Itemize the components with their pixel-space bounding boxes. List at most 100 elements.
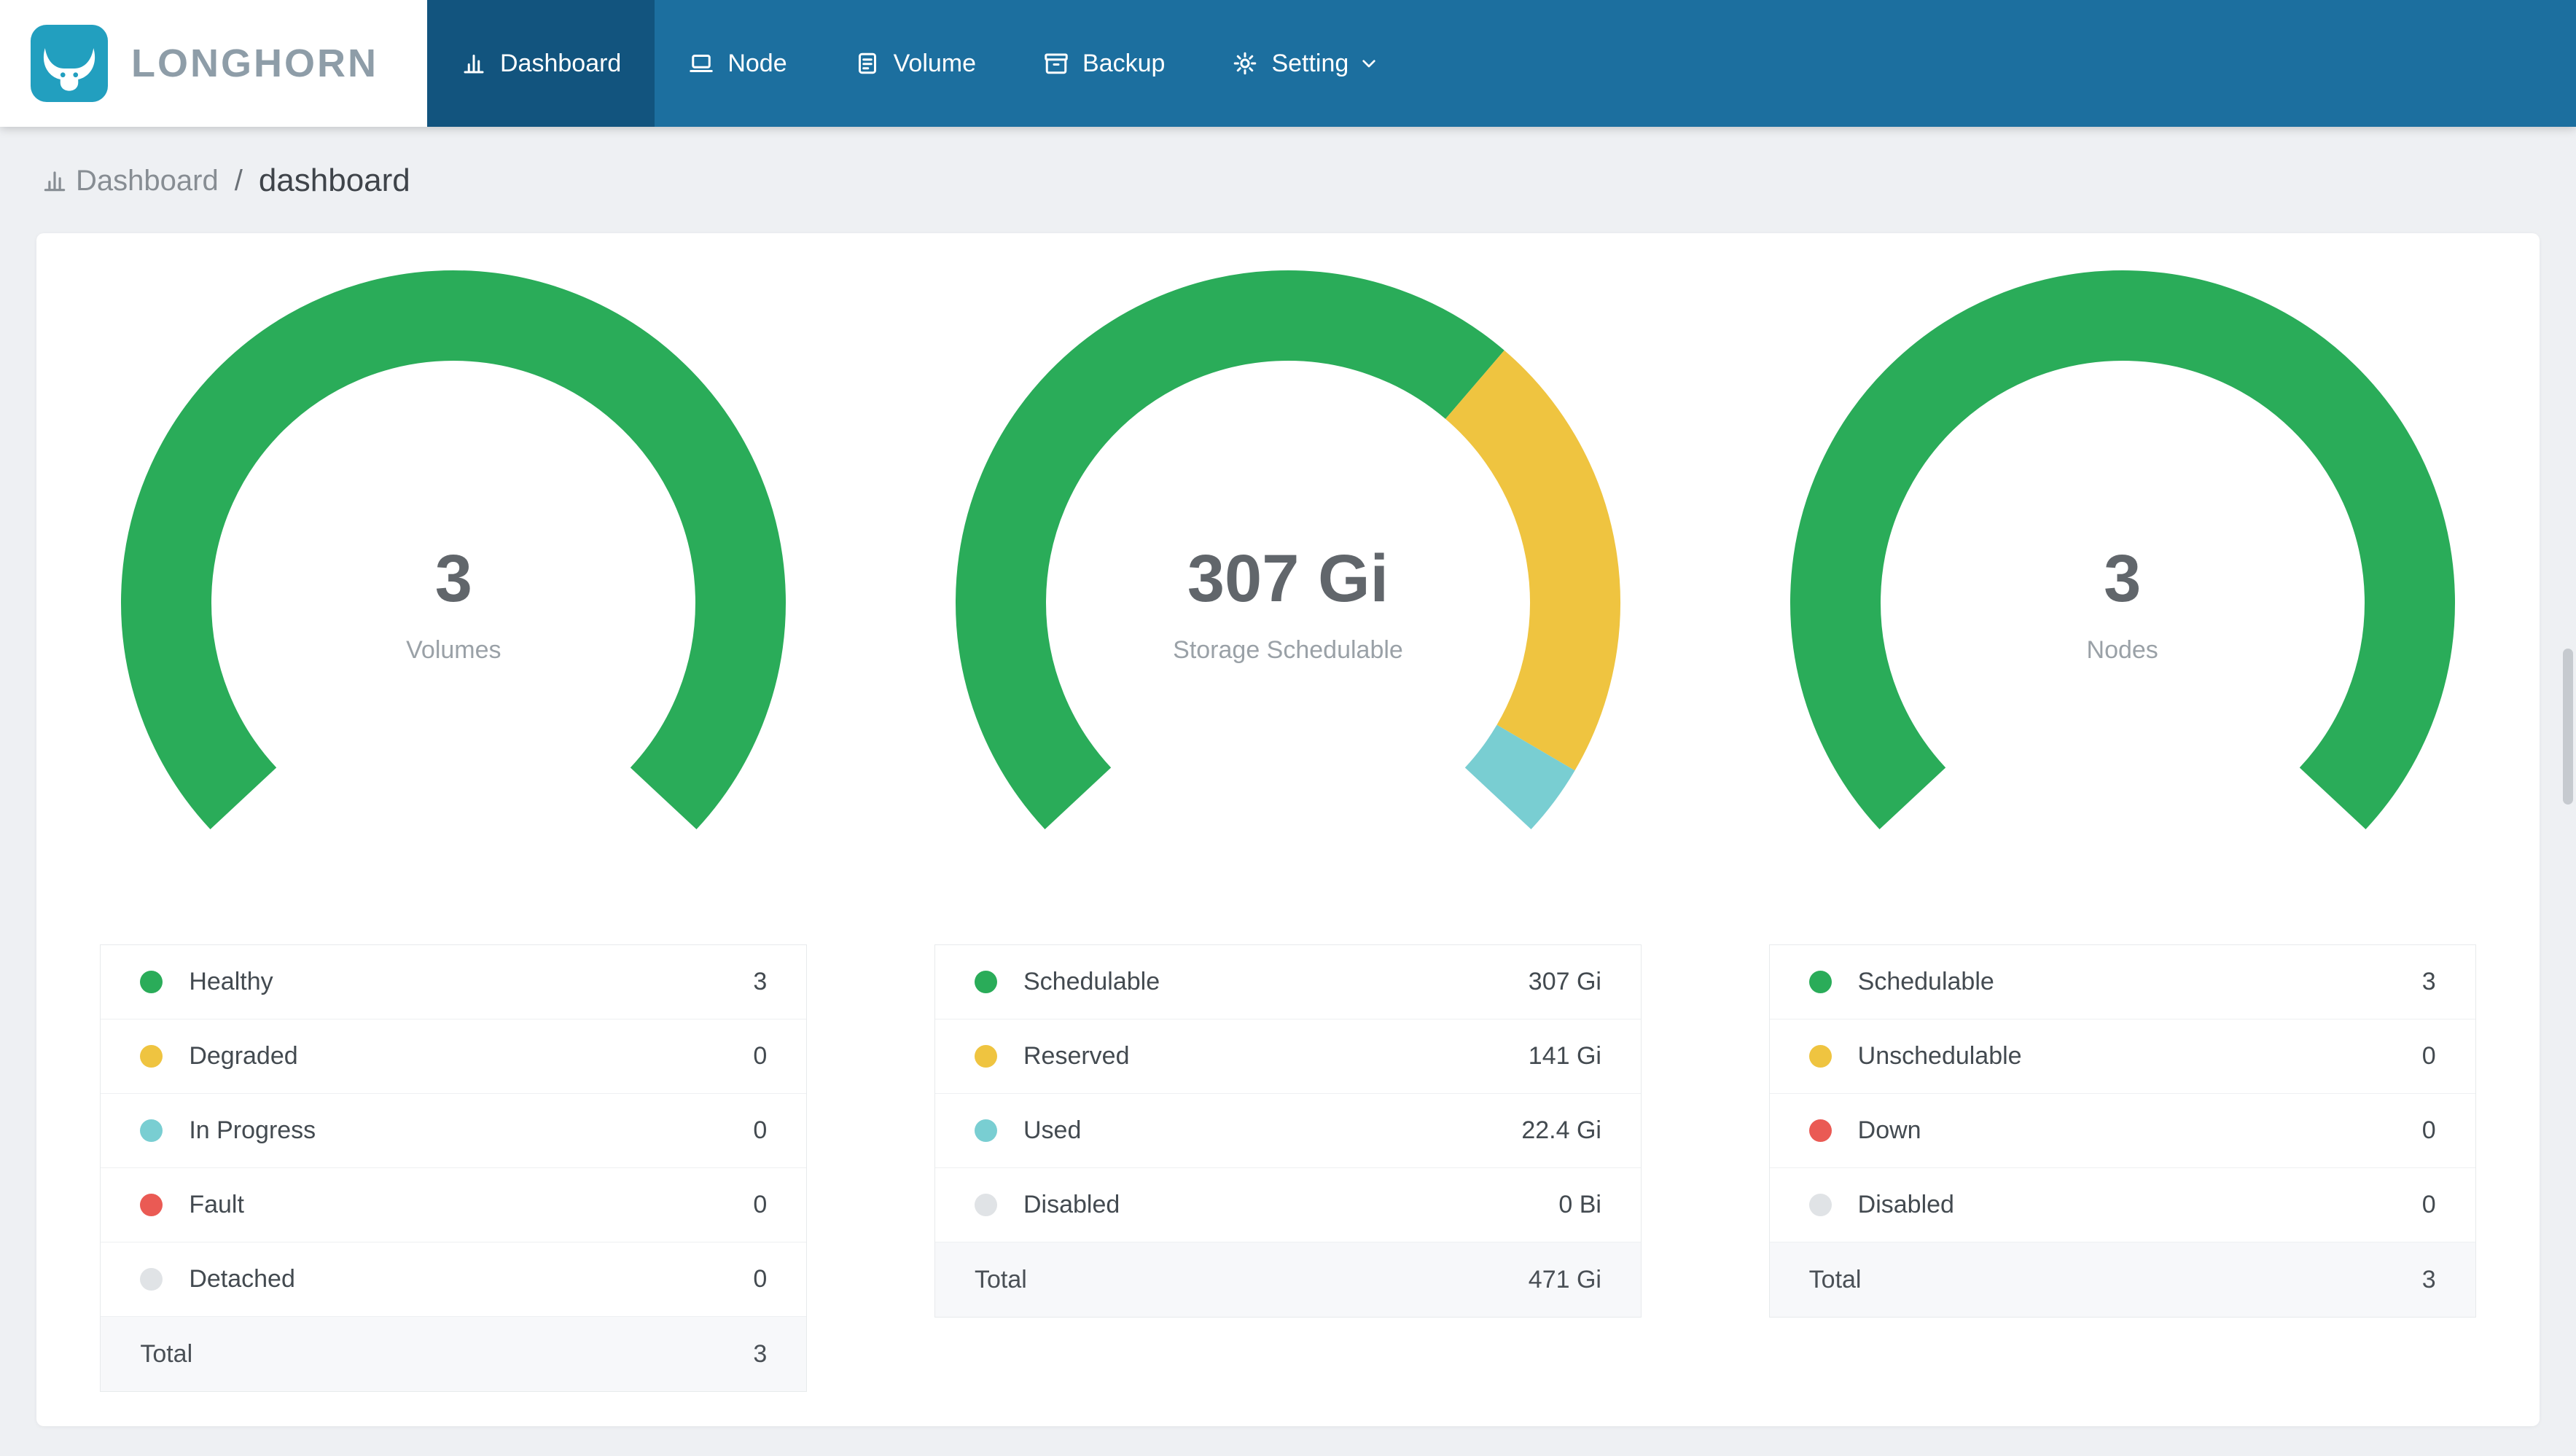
legend-label: Schedulable	[1857, 968, 1994, 995]
legend-row: Fault 0	[101, 1168, 807, 1242]
logo[interactable]: LONGHORN	[0, 0, 427, 127]
legend-label: Degraded	[189, 1042, 298, 1070]
legend-row: In Progress 0	[101, 1094, 807, 1168]
legend-row: Detached 0	[101, 1242, 807, 1317]
legend-row: Reserved 141 Gi	[934, 1019, 1641, 1094]
nav-item-label: Node	[727, 49, 787, 77]
legend-table-storage-schedulable: Schedulable 307 Gi Reserved 141 Gi Used 22.4 …	[934, 944, 1642, 1318]
breadcrumb-separator: /	[234, 164, 243, 197]
legend-row: Disabled 0	[1769, 1168, 2475, 1242]
legend-label: Unschedulable	[1857, 1042, 2022, 1070]
gauge-column-storage-schedulable: 307 Gi Storage Schedulable Schedulable 307 …	[871, 267, 1706, 1392]
scrollbar-thumb[interactable]	[2563, 649, 2573, 805]
nav-item-label: Dashboard	[500, 49, 622, 77]
dashboard-card: 3 Volumes Healthy 3 Degraded 0 In Progress 0 Fau…	[36, 233, 2540, 1426]
legend-value: 22.4 Gi	[1521, 1116, 1601, 1144]
setting-icon	[1232, 50, 1258, 77]
status-dot	[1808, 1194, 1832, 1216]
status-dot	[974, 1119, 997, 1142]
nav-item-label: Backup	[1082, 49, 1166, 77]
legend-total-value: 471 Gi	[1528, 1265, 1601, 1293]
gauge-chart: 3 Volumes	[118, 267, 789, 938]
gauge-svg	[955, 270, 1620, 829]
legend-row: Used 22.4 Gi	[934, 1094, 1641, 1168]
nav-item-node[interactable]: Node	[655, 0, 820, 127]
legend-total-value: 3	[2421, 1265, 2436, 1293]
status-dot	[974, 971, 997, 993]
legend-label: Used	[1023, 1116, 1082, 1144]
legend-value: 0	[753, 1116, 768, 1144]
nav-item-label: Volume	[893, 49, 977, 77]
nav-item-setting[interactable]: Setting	[1198, 0, 1414, 127]
legend-row: Unschedulable 0	[1769, 1019, 2475, 1094]
brand-name: LONGHORN	[131, 42, 378, 85]
legend-label: Detached	[189, 1265, 295, 1293]
legend-value: 307 Gi	[1528, 968, 1601, 995]
legend-value: 3	[753, 968, 768, 995]
nav-item-label: Setting	[1271, 49, 1349, 77]
status-dot	[140, 1045, 163, 1068]
legend-label: Schedulable	[1023, 968, 1160, 995]
legend-total-label: Total	[974, 1265, 1027, 1293]
legend-value: 0	[753, 1265, 768, 1293]
legend-total-row: Total 471 Gi	[934, 1242, 1641, 1317]
gauge-segment-schedulable	[955, 270, 1504, 829]
main-content: 3 Volumes Healthy 3 Degraded 0 In Progress 0 Fau…	[0, 233, 2576, 1426]
page-root: LONGHORN Dashboard Node Volume Backup Settin…	[0, 0, 2576, 1426]
nav-item-dashboard[interactable]: Dashboard	[427, 0, 655, 127]
gauge-chart: 307 Gi Storage Schedulable	[953, 267, 1623, 938]
gauge-segment-used	[1464, 724, 1575, 829]
legend-row: Degraded 0	[101, 1019, 807, 1094]
legend-table-volumes: Healthy 3 Degraded 0 In Progress 0 Fault 0 Detac…	[100, 944, 808, 1392]
legend-row: Disabled 0 Bi	[934, 1168, 1641, 1242]
legend-value: 0	[2421, 1042, 2436, 1070]
legend-row: Down 0	[1769, 1094, 2475, 1168]
legend-label: Disabled	[1857, 1191, 1954, 1218]
nav-item-volume[interactable]: Volume	[821, 0, 1010, 127]
legend-label: Disabled	[1023, 1191, 1120, 1218]
status-dot	[140, 971, 163, 993]
node-icon	[688, 50, 714, 77]
gauge-column-nodes: 3 Nodes Schedulable 3 Unschedulable 0 Down 0 Dis…	[1705, 267, 2540, 1392]
nav-item-backup[interactable]: Backup	[1010, 0, 1198, 127]
gauge-column-volumes: 3 Volumes Healthy 3 Degraded 0 In Progress 0 Fau…	[36, 267, 871, 1392]
status-dot	[140, 1194, 163, 1216]
legend-label: Healthy	[189, 968, 273, 995]
status-dot	[1808, 971, 1832, 993]
legend-total-label: Total	[1808, 1265, 1862, 1293]
breadcrumb-page: dashboard	[258, 163, 410, 198]
longhorn-logo-icon	[31, 25, 108, 102]
gauge-segment-reserved	[1445, 350, 1620, 771]
gauge-segment-schedulable	[1789, 270, 2455, 829]
legend-total-row: Total 3	[1769, 1242, 2475, 1317]
legend-label: Down	[1857, 1116, 1921, 1144]
status-dot	[140, 1119, 163, 1142]
legend-label: In Progress	[189, 1116, 316, 1144]
legend-total-row: Total 3	[101, 1317, 807, 1391]
legend-row: Healthy 3	[101, 945, 807, 1019]
chevron-down-icon	[1357, 52, 1381, 75]
legend-total-value: 3	[753, 1339, 768, 1368]
volume-icon	[854, 50, 881, 77]
gauge-chart: 3 Nodes	[1787, 267, 2458, 938]
legend-value: 0	[2421, 1191, 2436, 1218]
status-dot	[974, 1045, 997, 1068]
breadcrumb: Dashboard / dashboard	[0, 127, 2576, 233]
main-nav: Dashboard Node Volume Backup Setting	[427, 0, 1414, 127]
status-dot	[974, 1194, 997, 1216]
gauge-svg	[1789, 270, 2455, 829]
gauge-columns: 3 Volumes Healthy 3 Degraded 0 In Progress 0 Fau…	[36, 267, 2540, 1392]
legend-row: Schedulable 307 Gi	[934, 945, 1641, 1019]
legend-value: 3	[2421, 968, 2436, 995]
legend-total-label: Total	[140, 1339, 193, 1368]
legend-value: 0	[753, 1191, 768, 1218]
breadcrumb-section[interactable]: Dashboard	[76, 165, 219, 197]
top-navbar: LONGHORN Dashboard Node Volume Backup Settin…	[0, 0, 2576, 127]
dashboard-icon	[461, 50, 487, 77]
legend-label: Reserved	[1023, 1042, 1130, 1070]
legend-value: 0	[753, 1042, 768, 1070]
legend-label: Fault	[189, 1191, 244, 1218]
status-dot	[140, 1268, 163, 1291]
gauge-svg	[121, 270, 787, 829]
gauge-segment-healthy	[121, 270, 787, 829]
